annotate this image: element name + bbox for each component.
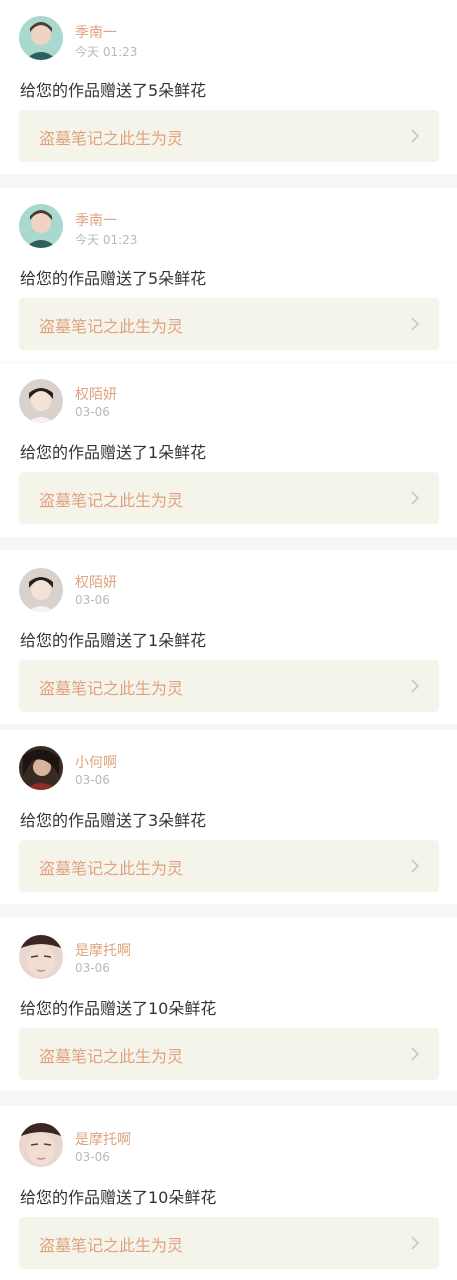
timestamp: 03-06: [75, 961, 110, 975]
timestamp: 03-06: [75, 773, 110, 787]
chevron-right-icon: [411, 679, 420, 693]
work-link[interactable]: 盗墓笔记之此生为灵: [19, 298, 439, 350]
work-link[interactable]: 盗墓笔记之此生为灵: [19, 840, 439, 892]
gift-message: 给您的作品赠送了1朵鲜花: [20, 443, 207, 462]
username[interactable]: 小何啊: [75, 752, 117, 772]
username[interactable]: 权陌妍: [75, 572, 117, 592]
timestamp: 03-06: [75, 405, 110, 419]
work-title: 盗墓笔记之此生为灵: [39, 1047, 184, 1066]
avatar[interactable]: [19, 1123, 63, 1167]
avatar-face-closeup-icon: [19, 935, 63, 979]
notification-card: 权陌妍 03-06 给您的作品赠送了1朵鲜花 盗墓笔记之此生为灵: [0, 550, 457, 724]
avatar-young-man-teal-icon: [19, 204, 63, 248]
notification-card: 小何啊 03-06 给您的作品赠送了3朵鲜花 盗墓笔记之此生为灵: [0, 730, 457, 904]
notification-card: 是摩托啊 03-06 给您的作品赠送了10朵鲜花 盗墓笔记之此生为灵: [0, 1106, 457, 1280]
notification-card: 季南一 今天 01:23 给您的作品赠送了5朵鲜花 盗墓笔记之此生为灵: [0, 188, 457, 362]
chevron-right-icon: [411, 491, 420, 505]
avatar-face-closeup-icon: [19, 1123, 63, 1167]
work-link[interactable]: 盗墓笔记之此生为灵: [19, 1217, 439, 1269]
chevron-right-icon: [411, 129, 420, 143]
avatar[interactable]: [19, 204, 63, 248]
work-link[interactable]: 盗墓笔记之此生为灵: [19, 1028, 439, 1080]
gift-message: 给您的作品赠送了10朵鲜花: [20, 1188, 217, 1207]
avatar-dark-portrait-icon: [19, 746, 63, 790]
gift-message: 给您的作品赠送了5朵鲜花: [20, 81, 207, 100]
notification-card: 权陌妍 03-06 给您的作品赠送了1朵鲜花 盗墓笔记之此生为灵: [0, 363, 457, 537]
work-title: 盗墓笔记之此生为灵: [39, 859, 184, 878]
gift-message: 给您的作品赠送了5朵鲜花: [20, 269, 207, 288]
avatar[interactable]: [19, 379, 63, 423]
username[interactable]: 是摩托啊: [75, 1129, 131, 1149]
work-link[interactable]: 盗墓笔记之此生为灵: [19, 110, 439, 162]
avatar[interactable]: [19, 935, 63, 979]
work-title: 盗墓笔记之此生为灵: [39, 129, 184, 148]
gift-message: 给您的作品赠送了1朵鲜花: [20, 631, 207, 650]
username[interactable]: 季南一: [75, 210, 117, 230]
chevron-right-icon: [411, 1047, 420, 1061]
work-title: 盗墓笔记之此生为灵: [39, 679, 184, 698]
timestamp: 03-06: [75, 1150, 110, 1164]
avatar-child-portrait-icon: [19, 379, 63, 423]
work-title: 盗墓笔记之此生为灵: [39, 1236, 184, 1255]
notification-feed: 季南一 今天 01:23 给您的作品赠送了5朵鲜花 盗墓笔记之此生为灵 季南一 …: [0, 0, 457, 1280]
avatar-young-man-teal-icon: [19, 16, 63, 60]
username[interactable]: 季南一: [75, 22, 117, 42]
timestamp: 今天 01:23: [75, 45, 138, 59]
notification-card: 季南一 今天 01:23 给您的作品赠送了5朵鲜花 盗墓笔记之此生为灵: [0, 0, 457, 174]
chevron-right-icon: [411, 317, 420, 331]
notification-card: 是摩托啊 03-06 给您的作品赠送了10朵鲜花 盗墓笔记之此生为灵: [0, 917, 457, 1091]
avatar[interactable]: [19, 568, 63, 612]
username[interactable]: 权陌妍: [75, 384, 117, 404]
username[interactable]: 是摩托啊: [75, 940, 131, 960]
gift-message: 给您的作品赠送了3朵鲜花: [20, 811, 207, 830]
work-title: 盗墓笔记之此生为灵: [39, 317, 184, 336]
avatar[interactable]: [19, 746, 63, 790]
work-title: 盗墓笔记之此生为灵: [39, 491, 184, 510]
timestamp: 03-06: [75, 593, 110, 607]
work-link[interactable]: 盗墓笔记之此生为灵: [19, 472, 439, 524]
work-link[interactable]: 盗墓笔记之此生为灵: [19, 660, 439, 712]
chevron-right-icon: [411, 859, 420, 873]
avatar[interactable]: [19, 16, 63, 60]
gift-message: 给您的作品赠送了10朵鲜花: [20, 999, 217, 1018]
avatar-child-portrait-icon: [19, 568, 63, 612]
chevron-right-icon: [411, 1236, 420, 1250]
timestamp: 今天 01:23: [75, 233, 138, 247]
